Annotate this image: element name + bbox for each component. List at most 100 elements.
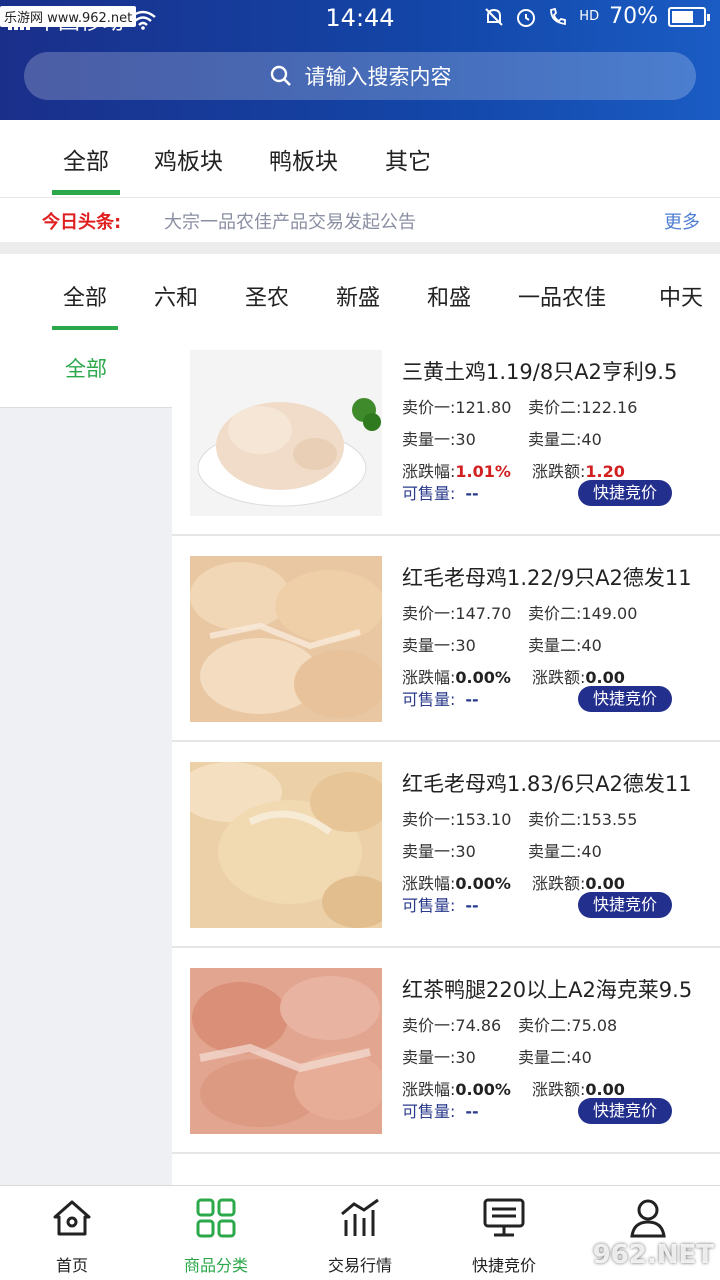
stock-label: 可售量: — [402, 1102, 456, 1121]
change-pct-label: 涨跌幅: — [402, 874, 456, 893]
qty1-label: 卖量一: — [402, 430, 456, 449]
stock-row: 可售量: -- — [402, 1098, 479, 1122]
brand-tab-shengnong[interactable]: 圣农 — [245, 280, 289, 312]
product-name: 红茶鸭腿220以上A2海克莱9.5 — [402, 978, 693, 1002]
stock-label: 可售量: — [402, 896, 456, 915]
change-row: 涨跌幅:0.00% 涨跌额:0.00 — [402, 1076, 625, 1100]
qty1-value: 30 — [455, 430, 476, 449]
qty2-value: 40 — [581, 430, 602, 449]
status-bar: 中国移动 乐游网 www.962.net 14:44 HD 70% — [0, 0, 720, 36]
nav-market[interactable]: 交易行情 — [305, 1196, 415, 1276]
qty1-value: 30 — [455, 1048, 476, 1067]
qty1-label: 卖量一: — [402, 842, 456, 861]
change-amt-label: 涨跌额: — [532, 1080, 586, 1099]
stock-row: 可售量: -- — [402, 892, 479, 916]
qty1-label: 卖量一: — [402, 636, 456, 655]
price2-label: 卖价二: — [528, 604, 582, 623]
product-card[interactable]: 三黄土鸡1.19/8只A2亨利9.5 卖价一:121.80 卖价二:122.16… — [172, 330, 720, 536]
tab-other[interactable]: 其它 — [385, 142, 431, 176]
search-input[interactable]: 请输入搜索内容 — [24, 52, 696, 100]
price2-value: 75.08 — [571, 1016, 618, 1035]
user-icon — [630, 1199, 666, 1238]
brand-tab-liuhe[interactable]: 六和 — [154, 280, 198, 312]
tab-all[interactable]: 全部 — [52, 142, 120, 195]
stock-label: 可售量: — [402, 690, 456, 709]
brand-tab-xinsheng[interactable]: 新盛 — [336, 280, 380, 312]
stock-row: 可售量: -- — [402, 686, 479, 710]
alarm-icon — [517, 8, 536, 27]
brand-tabs: 全部 六和 圣农 新盛 和盛 一品农佳 中天 — [0, 254, 720, 331]
change-amt-label: 涨跌额: — [532, 462, 586, 481]
category-tabs: 全部 鸡板块 鸭板块 其它 — [0, 120, 720, 198]
product-card[interactable]: 红毛老母鸡1.83/6只A2德发11 卖价一:153.10 卖价二:153.55… — [172, 742, 720, 948]
nav-categories[interactable]: 商品分类 — [161, 1196, 271, 1276]
stock-value: -- — [465, 484, 479, 503]
battery-icon — [668, 6, 710, 27]
qty2-label: 卖量二: — [518, 1048, 572, 1067]
qty1-value: 30 — [455, 636, 476, 655]
price-row: 卖价一:153.10 卖价二:153.55 — [402, 806, 637, 830]
price-row: 卖价一:147.70 卖价二:149.00 — [402, 600, 637, 624]
bell-off-icon — [485, 7, 504, 26]
qty2-value: 40 — [571, 1048, 592, 1067]
grid-icon — [196, 1198, 236, 1238]
price2-label: 卖价二: — [528, 810, 582, 829]
qty-row: 卖量一:30 卖量二:40 — [402, 426, 602, 450]
monitor-icon — [483, 1198, 525, 1237]
price-row: 卖价一:74.86 卖价二:75.08 — [402, 1012, 617, 1036]
price1-value: 147.70 — [455, 604, 512, 623]
left-menu-item-all[interactable]: 全部 — [0, 330, 172, 408]
price1-value: 121.80 — [455, 398, 512, 417]
product-image — [190, 762, 382, 928]
battery-fill — [672, 10, 693, 23]
change-row: 涨跌幅:0.00% 涨跌额:0.00 — [402, 870, 625, 894]
price1-value: 153.10 — [455, 810, 512, 829]
product-name: 三黄土鸡1.19/8只A2亨利9.5 — [402, 360, 678, 384]
change-row: 涨跌幅:0.00% 涨跌额:0.00 — [402, 664, 625, 688]
brand-tab-hesheng[interactable]: 和盛 — [427, 280, 471, 312]
search-icon — [270, 65, 291, 86]
product-image — [190, 556, 382, 722]
brand-tab-yipinnongjia[interactable]: 一品农佳 — [518, 280, 606, 312]
tab-chicken[interactable]: 鸡板块 — [154, 142, 223, 176]
nav-categories-label: 商品分类 — [183, 1256, 248, 1275]
price1-value: 74.86 — [455, 1016, 502, 1035]
news-ticker: 今日头条: 大宗一品农佳产品交易发起公告 更多 — [0, 198, 720, 242]
change-amt-label: 涨跌额: — [532, 874, 586, 893]
brand-tab-zhongtian[interactable]: 中天 — [659, 280, 703, 312]
news-more-link[interactable]: 更多 — [664, 208, 700, 234]
price2-label: 卖价二: — [528, 398, 582, 417]
nav-market-label: 交易行情 — [327, 1256, 392, 1275]
price-row: 卖价一:121.80 卖价二:122.16 — [402, 394, 637, 418]
quick-bid-button[interactable]: 快捷竞价 — [578, 480, 672, 506]
change-pct-value: 0.00% — [455, 874, 511, 893]
qty2-value: 40 — [581, 636, 602, 655]
product-card[interactable]: 红茶鸭腿220以上A2海克莱9.5 卖价一:74.86 卖价二:75.08 卖量… — [172, 948, 720, 1154]
qty2-value: 40 — [581, 842, 602, 861]
quick-bid-button[interactable]: 快捷竞价 — [578, 1098, 672, 1124]
qty-row: 卖量一:30 卖量二:40 — [402, 838, 602, 862]
nav-home[interactable]: 首页 — [17, 1196, 127, 1276]
change-pct-value: 1.01% — [455, 462, 511, 481]
quick-bid-button[interactable]: 快捷竞价 — [578, 892, 672, 918]
price2-value: 122.16 — [581, 398, 638, 417]
change-pct-value: 0.00% — [455, 1080, 511, 1099]
bottom-nav: 首页 商品分类 交易行情 快捷竞价 962.NET — [0, 1185, 720, 1280]
news-headline[interactable]: 大宗一品农佳产品交易发起公告 — [164, 208, 416, 234]
home-icon — [53, 1200, 91, 1236]
call-icon — [550, 7, 567, 25]
battery-percent: 70% — [609, 4, 658, 29]
change-pct-label: 涨跌幅: — [402, 668, 456, 687]
network-badge: HD — [579, 9, 600, 24]
nav-home-label: 首页 — [55, 1256, 88, 1275]
product-card[interactable]: 红毛老母鸡1.22/9只A2德发11 卖价一:147.70 卖价二:149.00… — [172, 536, 720, 742]
brand-tab-all[interactable]: 全部 — [51, 280, 119, 331]
nav-quick-bid-label: 快捷竞价 — [471, 1256, 536, 1275]
quick-bid-button[interactable]: 快捷竞价 — [578, 686, 672, 712]
change-amt-value: 0.00 — [585, 668, 625, 687]
header: 中国移动 乐游网 www.962.net 14:44 HD 70% 请输入搜索内… — [0, 0, 720, 120]
qty2-label: 卖量二: — [528, 842, 582, 861]
product-name: 红毛老母鸡1.22/9只A2德发11 — [402, 566, 692, 590]
tab-duck[interactable]: 鸭板块 — [269, 142, 338, 176]
nav-quick-bid[interactable]: 快捷竞价 — [449, 1196, 559, 1276]
